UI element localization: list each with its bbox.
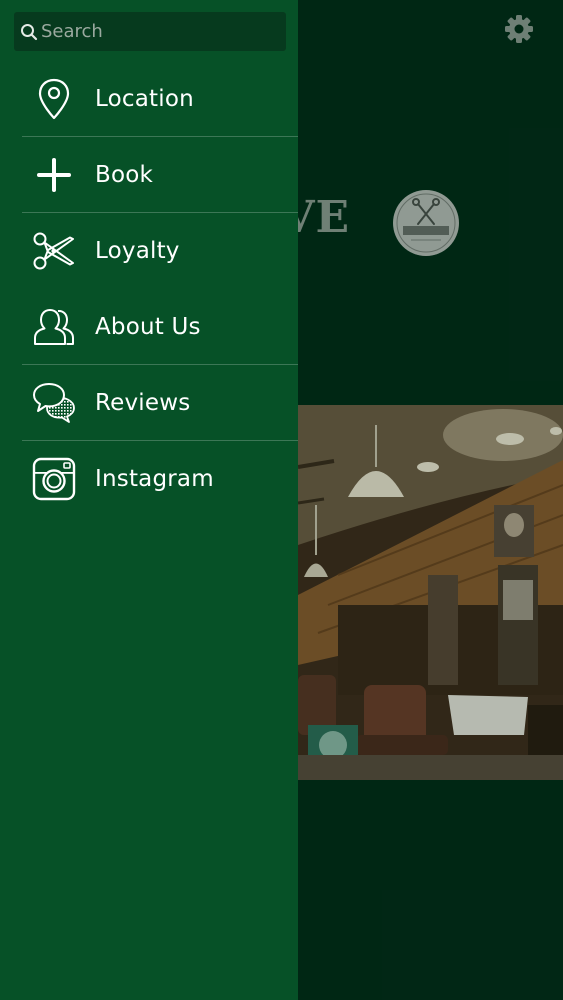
menu-item-label: About Us <box>95 314 201 340</box>
scissors-icon <box>31 228 77 274</box>
menu-list: Location Book Loyalty About Us Reviews I… <box>0 61 298 517</box>
menu-item-instagram[interactable]: Instagram <box>0 441 298 517</box>
barbershop-interior-photo <box>298 405 563 780</box>
people-icon <box>31 304 77 350</box>
plus-icon <box>31 152 77 198</box>
menu-item-label: Location <box>95 86 194 112</box>
search-bar <box>14 11 286 52</box>
menu-item-book[interactable]: Book <box>0 137 298 213</box>
brand-name-text: VE <box>296 192 350 243</box>
menu-item-label: Book <box>95 162 154 188</box>
menu-item-reviews[interactable]: Reviews <box>0 365 298 441</box>
menu-item-label: Reviews <box>95 390 191 416</box>
gear-icon[interactable] <box>503 13 535 45</box>
map-pin-icon <box>31 76 77 122</box>
menu-item-label: Loyalty <box>95 238 180 264</box>
menu-item-about-us[interactable]: About Us <box>0 289 298 365</box>
search-icon <box>21 23 38 40</box>
barber-logo-icon <box>393 190 459 256</box>
menu-item-location[interactable]: Location <box>0 61 298 137</box>
navigation-drawer: Location Book Loy <box>0 0 298 1000</box>
menu-item-loyalty[interactable]: Loyalty <box>0 213 298 289</box>
chat-bubbles-icon <box>31 380 77 426</box>
menu-item-label: Instagram <box>95 466 214 492</box>
instagram-icon <box>31 456 77 502</box>
search-input[interactable] <box>38 11 286 52</box>
